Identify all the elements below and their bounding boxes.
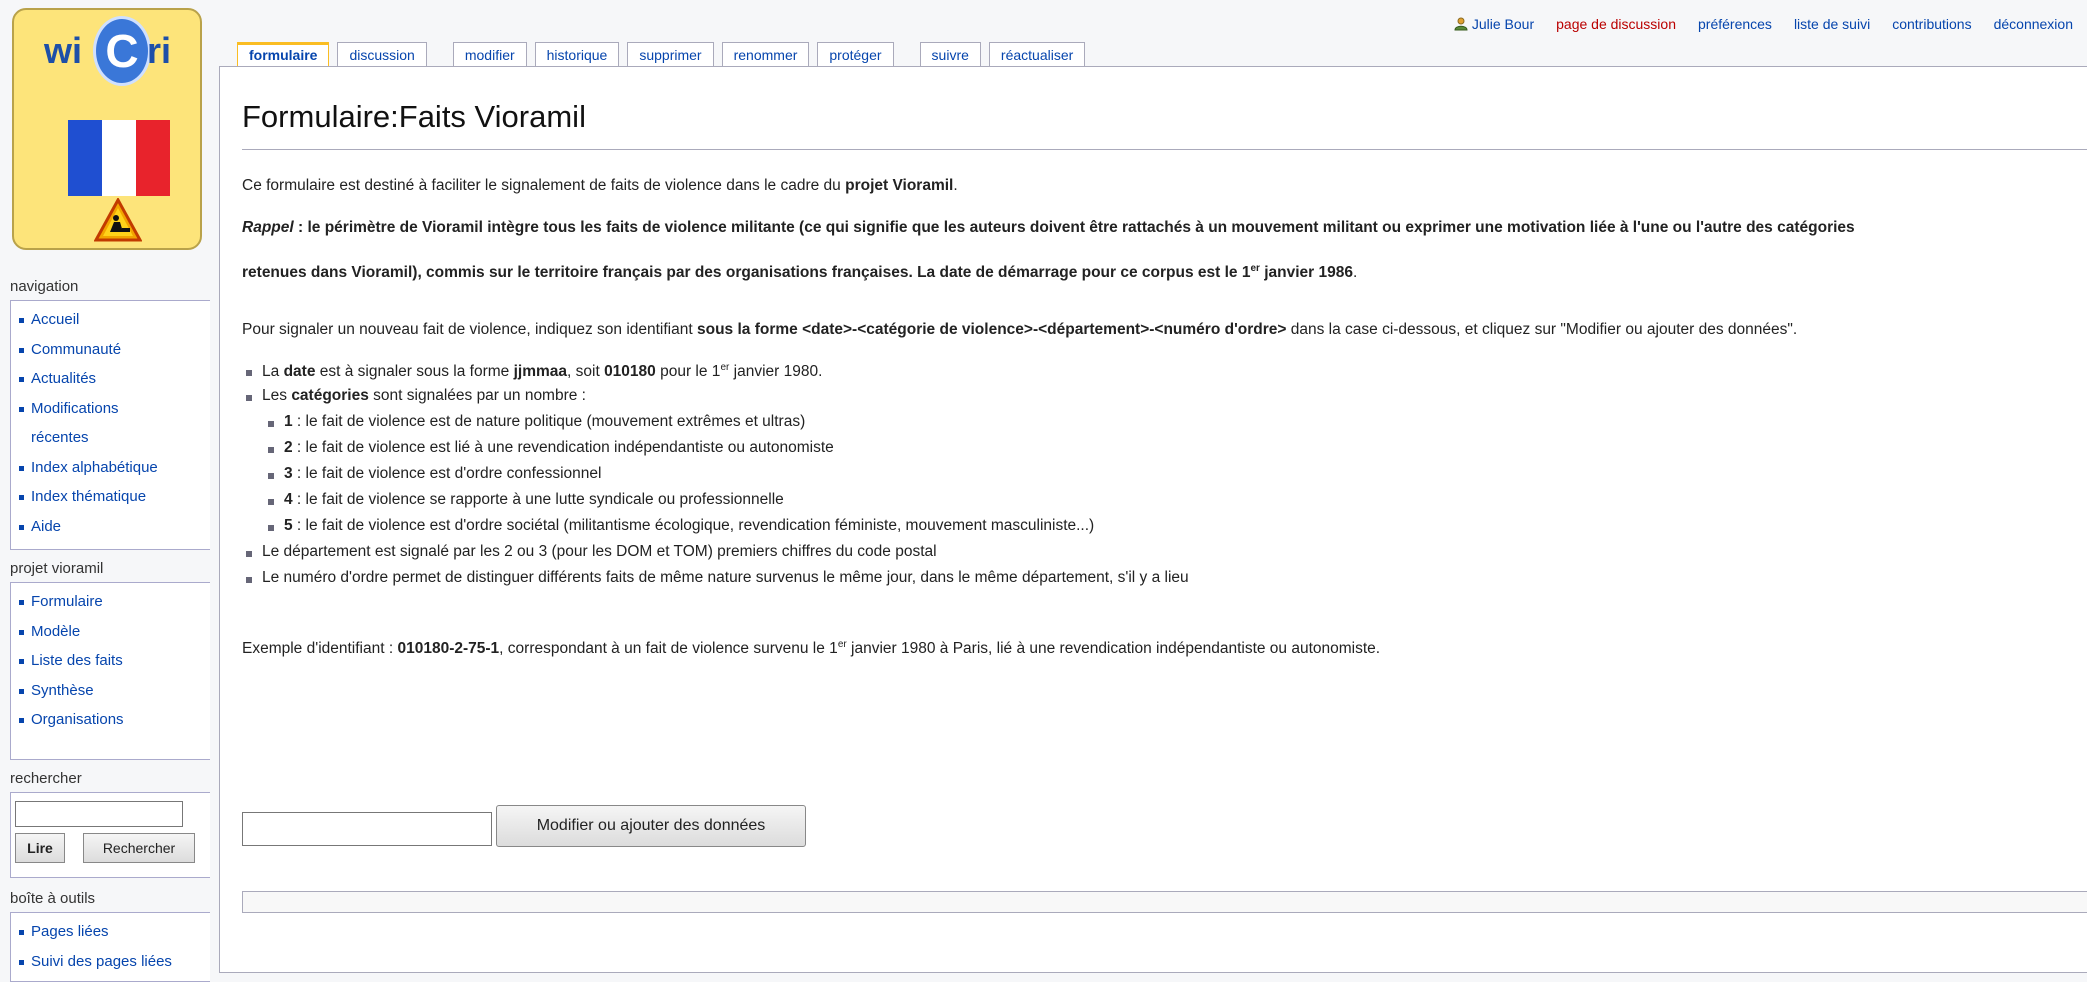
bullet-numero-ordre: Le numéro d'ordre permet de distinguer d… [242, 569, 1189, 587]
bullet-categories: Les catégories sont signalées par un nom… [242, 387, 586, 405]
nav-index-thematique[interactable]: Index thématique [19, 482, 210, 512]
tab-reactualiser[interactable]: réactualiser [988, 42, 1086, 66]
nav-modifications-recentes[interactable]: Modifications récentes [19, 394, 171, 453]
projet-portlet: Formulaire Modèle Liste des faits Synthè… [10, 582, 210, 760]
user-link[interactable]: Julie Bour [1472, 16, 1534, 32]
tools-pages-liees[interactable]: Pages liées [19, 917, 210, 947]
tab-supprimer[interactable]: supprimer [627, 42, 714, 66]
logo-right-text: ri [147, 30, 172, 71]
projet-formulaire[interactable]: Formulaire [19, 587, 210, 617]
projet-organisations[interactable]: Organisations [19, 705, 210, 735]
category-2: 2 : le fait de violence est lié à une re… [264, 439, 834, 457]
tab-renommer[interactable]: renommer [721, 42, 810, 66]
form-bottom-box [242, 891, 2087, 913]
rappel-line-2: retenues dans Vioramil), commis sur le t… [242, 263, 1358, 282]
nav-index-alphabetique[interactable]: Index alphabétique [19, 453, 210, 483]
personal-user[interactable]: Julie Bour [1454, 16, 1534, 32]
category-3: 3 : le fait de violence est d'ordre conf… [264, 465, 601, 483]
watchlist-link[interactable]: liste de suivi [1794, 16, 1870, 32]
nav-communaute[interactable]: Communauté [19, 335, 210, 365]
tools-title: boîte à outils [10, 890, 96, 907]
personal-links: Julie Bour page de discussion préférence… [1454, 16, 2073, 32]
roadwork-warning-icon [94, 198, 142, 242]
tools-suivi-pages-liees[interactable]: Suivi des pages liées [19, 947, 210, 977]
search-button[interactable]: Rechercher [83, 833, 195, 863]
projet-vioramil-link: projet Vioramil [845, 177, 954, 194]
nav-actualites[interactable]: Actualités [19, 364, 210, 394]
nav-accueil[interactable]: Accueil [19, 305, 210, 335]
tab-historique[interactable]: historique [534, 42, 620, 66]
page-tabs: formulaire discussion modifier historiqu… [237, 42, 1086, 66]
logo-c-circle: C [93, 16, 151, 86]
navigation-title: navigation [10, 278, 79, 295]
bullet-date: La date est à signaler sous la forme jjm… [242, 362, 822, 381]
preferences-link[interactable]: préférences [1698, 16, 1772, 32]
category-4: 4 : le fait de violence se rapporte à un… [264, 491, 784, 509]
category-1: 1 : le fait de violence est de nature po… [264, 413, 805, 431]
modify-or-add-data-button[interactable]: Modifier ou ajouter des données [496, 805, 806, 847]
projet-liste-des-faits[interactable]: Liste des faits [19, 646, 210, 676]
bullet-departement: Le département est signalé par les 2 ou … [242, 543, 937, 561]
projet-title: projet vioramil [10, 560, 104, 577]
contributions-link[interactable]: contributions [1892, 16, 1971, 32]
tab-proteger[interactable]: protéger [817, 42, 894, 66]
tab-modifier[interactable]: modifier [452, 42, 527, 66]
main-content: Formulaire:Faits Vioramil Ce formulaire … [219, 66, 2087, 973]
search-go-button[interactable]: Lire [15, 833, 65, 863]
tools-portlet: Pages liées Suivi des pages liées [10, 912, 210, 982]
talk-page-link[interactable]: page de discussion [1556, 16, 1676, 32]
category-5: 5 : le fait de violence est d'ordre soci… [264, 517, 1094, 535]
logo-left-text: wi [44, 30, 83, 71]
search-title: rechercher [10, 770, 82, 787]
french-flag-icon [68, 120, 170, 196]
projet-synthese[interactable]: Synthèse [19, 676, 210, 706]
title-divider [242, 149, 2087, 150]
tab-discussion[interactable]: discussion [337, 42, 427, 66]
tab-suivre[interactable]: suivre [919, 42, 981, 66]
projet-modele[interactable]: Modèle [19, 617, 210, 647]
search-portlet: Lire Rechercher [10, 792, 210, 878]
instruction-paragraph: Pour signaler un nouveau fait de violenc… [242, 321, 1798, 338]
search-input[interactable] [15, 801, 183, 827]
example-paragraph: Exemple d'identifiant : 010180-2-75-1, c… [242, 639, 1381, 658]
intro-paragraph: Ce formulaire est destiné à faciliter le… [242, 177, 958, 194]
tab-formulaire[interactable]: formulaire [237, 42, 330, 66]
nav-aide[interactable]: Aide [19, 512, 210, 542]
identifier-input[interactable] [242, 812, 492, 846]
wiki-logo[interactable]: wi C ri [12, 8, 202, 250]
rappel-line-1: Rappel : le périmètre de Vioramil intègr… [242, 219, 1855, 236]
logout-link[interactable]: déconnexion [1994, 16, 2073, 32]
user-icon [1454, 17, 1468, 31]
page-title: Formulaire:Faits Vioramil [242, 99, 586, 134]
navigation-portlet: Accueil Communauté Actualités Modificati… [10, 300, 210, 550]
